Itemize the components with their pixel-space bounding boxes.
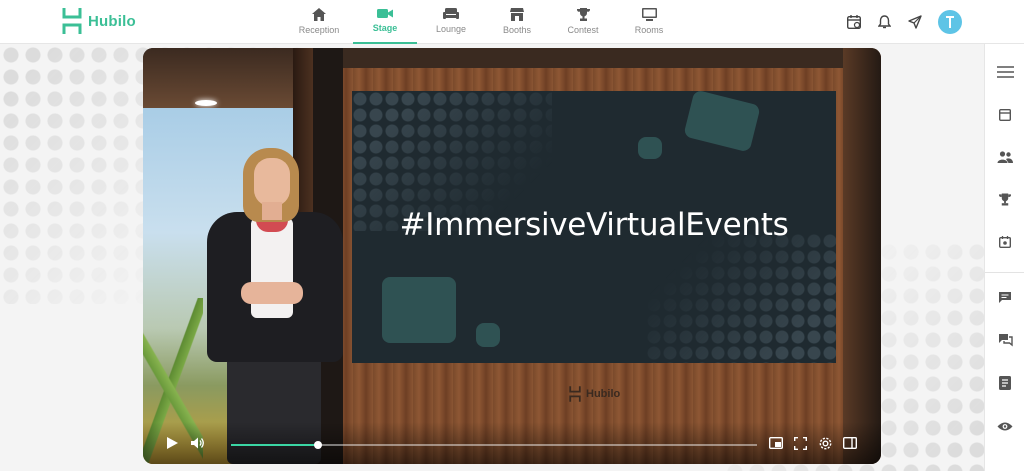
play-button[interactable]	[163, 434, 181, 452]
scene-frame	[843, 48, 881, 464]
play-icon	[167, 437, 178, 449]
miniplayer-button[interactable]	[767, 434, 785, 452]
stage-logo: Hubilo	[569, 384, 620, 404]
home-icon	[312, 8, 326, 21]
sidebar-notes-button[interactable]	[985, 372, 1024, 394]
menu-icon	[996, 66, 1014, 78]
decorative-square	[476, 323, 500, 347]
nav-label: Booths	[502, 25, 532, 35]
sidebar-agenda-button[interactable]	[985, 231, 1024, 253]
brand-name: Hubilo	[88, 12, 136, 30]
sidebar-people-button[interactable]	[985, 146, 1024, 168]
sidebar-divider	[985, 272, 1024, 273]
stage-logo-text: Hubilo	[586, 388, 621, 400]
presenter	[201, 148, 351, 464]
send-icon[interactable]	[908, 15, 922, 29]
user-initial-icon	[946, 16, 954, 28]
presenter-face	[254, 158, 290, 206]
sidebar-leaderboard-button[interactable]	[985, 188, 1024, 210]
schedule-icon	[999, 109, 1011, 121]
nav-label: Stage	[372, 23, 398, 33]
nav-label: Reception	[298, 25, 340, 35]
trophy-icon	[576, 8, 590, 21]
right-sidebar	[984, 44, 1024, 471]
sofa-icon	[443, 8, 459, 19]
fullscreen-button[interactable]	[791, 434, 809, 452]
top-navigation-bar: Hubilo Reception Stage Lounge Booths Con…	[0, 0, 1024, 44]
sidebar-viewers-button[interactable]	[985, 415, 1024, 437]
sidebar-toggle-icon	[843, 437, 857, 449]
hubilo-logo-icon	[569, 386, 581, 402]
hubilo-logo-icon	[62, 8, 82, 34]
volume-icon	[190, 437, 204, 449]
eye-icon	[997, 422, 1013, 430]
video-controls	[143, 422, 881, 464]
decorative-square	[638, 137, 662, 159]
main-nav: Reception Stage Lounge Booths Contest Ro…	[286, 0, 682, 44]
screen-pattern	[646, 233, 836, 363]
nav-label: Rooms	[634, 25, 664, 35]
settings-button[interactable]	[816, 434, 834, 452]
nav-label: Lounge	[435, 24, 467, 34]
sidebar-chat-button[interactable]	[985, 286, 1024, 308]
nav-booths[interactable]: Booths	[484, 0, 550, 44]
nav-label: Contest	[567, 25, 599, 35]
qa-icon	[998, 334, 1013, 347]
miniplayer-icon	[769, 437, 783, 449]
nav-rooms[interactable]: Rooms	[616, 0, 682, 44]
gear-icon	[819, 437, 831, 449]
theater-mode-button[interactable]	[841, 434, 859, 452]
nav-stage[interactable]: Stage	[352, 0, 418, 44]
monitor-icon	[641, 8, 657, 21]
ceiling-light	[195, 100, 217, 106]
decorative-square	[683, 91, 761, 153]
nav-lounge[interactable]: Lounge	[418, 0, 484, 44]
sidebar-menu-button[interactable]	[985, 61, 1024, 83]
video-camera-icon	[377, 9, 393, 18]
scene-header-beam	[343, 48, 843, 68]
stage-video-player[interactable]: #ImmersiveVirtualEvents Hubilo	[143, 48, 881, 464]
volume-button[interactable]	[188, 434, 206, 452]
notes-icon	[999, 376, 1011, 390]
trophy-icon	[999, 193, 1011, 205]
chat-icon	[999, 291, 1011, 303]
stage-screen: #ImmersiveVirtualEvents	[352, 91, 836, 363]
presenter-neck	[262, 202, 282, 220]
hubilo-logo[interactable]: Hubilo	[62, 6, 136, 36]
nav-contest[interactable]: Contest	[550, 0, 616, 44]
nav-reception[interactable]: Reception	[286, 0, 352, 44]
progress-fill	[231, 444, 318, 446]
fullscreen-icon	[793, 436, 807, 450]
presenter-hands	[241, 282, 303, 304]
sidebar-qa-button[interactable]	[985, 329, 1024, 351]
calendar-icon[interactable]	[847, 15, 861, 29]
user-avatar[interactable]	[938, 10, 962, 34]
store-icon	[510, 8, 524, 21]
progress-thumb[interactable]	[313, 441, 322, 449]
top-actions	[847, 0, 922, 44]
bell-icon[interactable]	[878, 15, 891, 29]
screen-headline: #ImmersiveVirtualEvents	[399, 207, 789, 243]
calendar-check-icon	[999, 236, 1011, 248]
video-progress-bar[interactable]	[231, 441, 757, 449]
people-icon	[997, 151, 1013, 163]
decorative-square	[382, 277, 456, 343]
sidebar-schedule-button[interactable]	[985, 104, 1024, 126]
